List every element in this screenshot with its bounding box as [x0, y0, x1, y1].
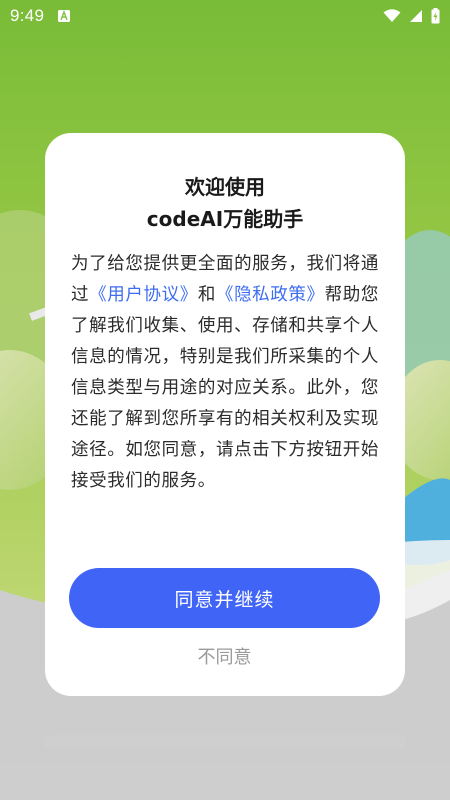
dialog-body: 为了给您提供更全面的服务，我们将通过《用户协议》和《隐私政策》帮助您了解我们收集… [71, 249, 379, 497]
status-bar: 9:49 [0, 0, 450, 32]
dialog-title: 欢迎使用 codeAI万能助手 [71, 171, 379, 235]
dialog-title-line2: codeAI万能助手 [146, 207, 304, 231]
wifi-icon [383, 9, 401, 22]
app-screen: 9:49 欢迎使用 codeAI万能助手 为了给您提供更全面的服务，我们将通过《… [0, 0, 450, 800]
user-agreement-link[interactable]: 《用户协议》 [89, 285, 198, 305]
privacy-policy-link[interactable]: 《隐私政策》 [216, 285, 325, 305]
status-time: 9:49 [10, 6, 45, 25]
battery-charging-icon [431, 8, 440, 24]
bottom-placeholder-bar [44, 735, 406, 749]
body-text-part2: 帮助您了解我们收集、使用、存储和共享个人信息的情况，特别是我们所采集的个人信息类… [71, 285, 379, 491]
disagree-button[interactable]: 不同意 [69, 638, 380, 674]
status-icons [383, 8, 440, 24]
body-text-and: 和 [197, 285, 216, 305]
agree-continue-button[interactable]: 同意并继续 [69, 568, 380, 628]
signal-icon [410, 10, 422, 22]
dialog-title-line1: 欢迎使用 [185, 175, 265, 199]
a-notification-icon [58, 10, 71, 22]
privacy-dialog: 欢迎使用 codeAI万能助手 为了给您提供更全面的服务，我们将通过《用户协议》… [45, 133, 405, 696]
